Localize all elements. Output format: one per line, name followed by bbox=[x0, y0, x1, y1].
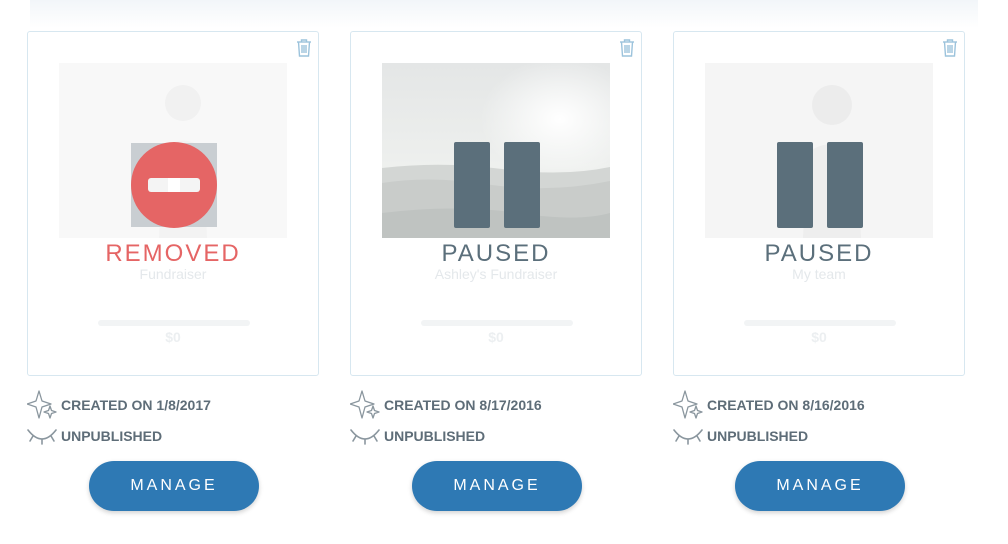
amount-raised: $0 bbox=[165, 329, 181, 345]
created-date-row: CREATED ON 1/8/2017 bbox=[27, 390, 211, 419]
fundraiser-column: Fundraiser $0 REMOVED CREATED ON 1/8/201… bbox=[27, 0, 319, 544]
sparkle-icon bbox=[350, 390, 380, 419]
created-date-row: CREATED ON 8/17/2016 bbox=[350, 390, 542, 419]
closed-eye-icon bbox=[350, 429, 380, 445]
fundraiser-card[interactable]: My team $0 PAUSED bbox=[673, 31, 965, 376]
visibility-status: UNPUBLISHED bbox=[707, 428, 809, 444]
fundraiser-card[interactable]: Ashley's Fundraiser $0 PAUSED bbox=[350, 31, 642, 376]
pause-icon bbox=[454, 142, 540, 228]
visibility-row: UNPUBLISHED bbox=[350, 424, 485, 448]
progress-bar bbox=[744, 320, 896, 326]
status-label: PAUSED bbox=[764, 240, 874, 267]
created-date: CREATED ON 1/8/2017 bbox=[61, 397, 211, 413]
created-date: CREATED ON 8/17/2016 bbox=[384, 397, 542, 413]
visibility-row: UNPUBLISHED bbox=[673, 424, 808, 448]
closed-eye-icon bbox=[27, 429, 57, 445]
progress-bar bbox=[421, 320, 573, 326]
created-date: CREATED ON 8/16/2016 bbox=[707, 397, 865, 413]
sparkle-icon bbox=[27, 390, 57, 419]
status-label: REMOVED bbox=[105, 240, 241, 267]
fundraiser-name: Fundraiser bbox=[139, 266, 207, 282]
progress-bar bbox=[98, 320, 250, 326]
sparkle-icon bbox=[673, 390, 703, 419]
closed-eye-icon bbox=[673, 429, 703, 445]
fundraiser-name: Ashley's Fundraiser bbox=[434, 266, 558, 282]
manage-button[interactable]: MANAGE bbox=[412, 461, 582, 511]
removed-icon bbox=[131, 142, 217, 228]
manage-button[interactable]: MANAGE bbox=[89, 461, 259, 511]
pause-icon bbox=[777, 142, 863, 228]
amount-raised: $0 bbox=[811, 329, 827, 345]
fundraiser-column: Ashley's Fundraiser $0 PAUSED CREATED ON… bbox=[350, 0, 642, 544]
fundraiser-column: My team $0 PAUSED CREATED ON 8/16/2016 U… bbox=[673, 0, 965, 544]
fundraiser-card[interactable]: Fundraiser $0 REMOVED bbox=[27, 31, 319, 376]
status-label: PAUSED bbox=[441, 240, 551, 267]
trash-icon[interactable] bbox=[295, 38, 313, 58]
amount-raised: $0 bbox=[488, 329, 504, 345]
visibility-row: UNPUBLISHED bbox=[27, 424, 162, 448]
manage-button[interactable]: MANAGE bbox=[735, 461, 905, 511]
trash-icon[interactable] bbox=[618, 38, 636, 58]
visibility-status: UNPUBLISHED bbox=[384, 428, 486, 444]
trash-icon[interactable] bbox=[941, 38, 959, 58]
created-date-row: CREATED ON 8/16/2016 bbox=[673, 390, 865, 419]
fundraiser-name: My team bbox=[792, 266, 846, 282]
visibility-status: UNPUBLISHED bbox=[61, 428, 163, 444]
